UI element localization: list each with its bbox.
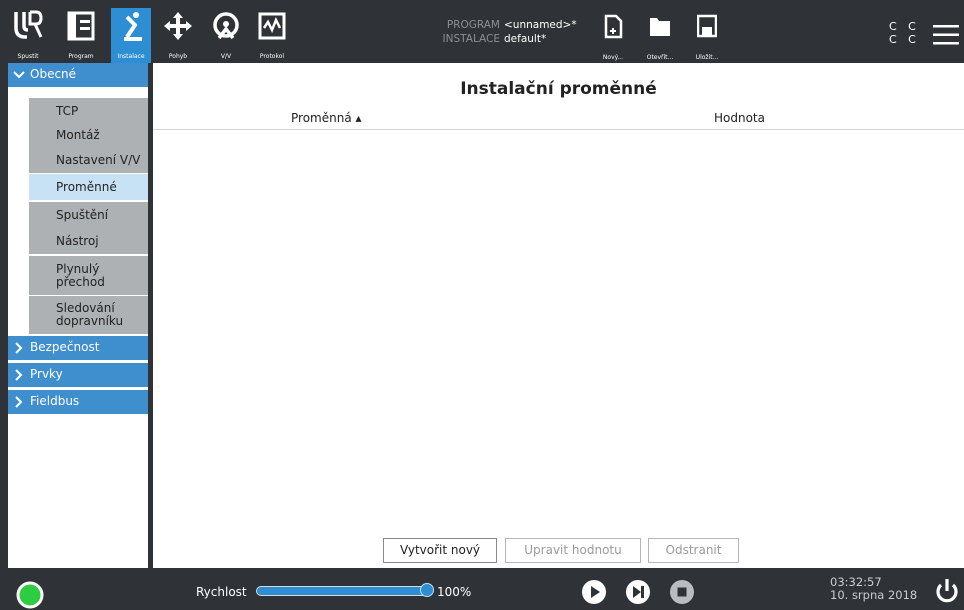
edit-value-button[interactable]: Upravit hodnotu — [505, 538, 641, 563]
nav-log[interactable]: Protokol — [252, 8, 292, 61]
nav-program-label: Program — [68, 53, 94, 60]
sidebar-item-smooth-transition[interactable]: Plynulý přechod — [29, 256, 148, 295]
nav-program[interactable]: Program — [61, 8, 101, 61]
section-features-label: Prvky — [30, 367, 63, 381]
section-fieldbus[interactable]: Fieldbus — [8, 390, 148, 414]
robot-status-icon[interactable] — [15, 580, 45, 610]
chevron-right-icon — [15, 342, 23, 354]
save-file-label: Uložit... — [695, 54, 719, 61]
nav-log-label: Protokol — [259, 53, 285, 60]
installation-name: default* — [504, 33, 547, 45]
section-general[interactable]: Obecné — [8, 63, 148, 87]
column-header-value[interactable]: Hodnota — [714, 111, 765, 125]
installation-key: INSTALACE — [442, 33, 500, 45]
sidebar-item-label: Spuštění — [56, 207, 109, 222]
ur-logo-icon — [14, 10, 43, 39]
speed-value: 100% — [437, 585, 472, 599]
sidebar-item-label: Proměnné — [56, 179, 117, 194]
sidebar-item-startup[interactable]: Spuštění — [29, 202, 148, 228]
open-file-button[interactable]: Otevřít... — [640, 14, 680, 62]
section-fieldbus-label: Fieldbus — [30, 394, 80, 408]
program-icon — [67, 11, 95, 41]
move-icon — [164, 12, 192, 40]
nav-move-label: Pohyb — [168, 53, 188, 60]
cc-bottom: C C — [889, 33, 920, 46]
speed-slider-handle[interactable] — [420, 583, 434, 597]
nav-installation[interactable]: Instalace — [111, 8, 151, 63]
nav-installation-label: Instalace — [117, 53, 145, 60]
section-safety-label: Bezpečnost — [30, 340, 100, 354]
nav-run[interactable]: Spustit — [8, 8, 48, 61]
section-features[interactable]: Prvky — [8, 363, 148, 387]
log-icon — [258, 12, 286, 40]
top-bar: Spustit Program Instalace Pohyb V/V Prot… — [0, 0, 964, 63]
sidebar-item-tool[interactable]: Nástroj — [29, 228, 148, 254]
cc-top: C C — [889, 20, 920, 33]
sidebar: Obecné TCP Montáž Nastavení V/V Proměnné… — [8, 63, 148, 568]
new-file-icon — [604, 14, 623, 39]
program-name: <unnamed>* — [504, 19, 577, 31]
nav-run-label: Spustit — [17, 53, 39, 60]
play-icon[interactable] — [582, 580, 606, 604]
sidebar-item-io-setup[interactable]: Nastavení V/V — [29, 147, 148, 173]
app-window: Spustit Program Instalace Pohyb V/V Prot… — [0, 0, 964, 610]
sidebar-item-conveyor-tracking[interactable]: Sledování dopravníku — [29, 296, 148, 334]
sidebar-item-label: Plynulý přechod — [56, 261, 105, 289]
sidebar-item-label: TCP — [56, 103, 79, 118]
table-header-divider — [153, 129, 964, 130]
new-file-button[interactable]: Nový... — [593, 14, 633, 62]
chevron-right-icon — [15, 396, 23, 408]
main-panel: Instalační proměnné Proměnná ▴ Hodnota V… — [153, 63, 964, 568]
section-safety[interactable]: Bezpečnost — [8, 336, 148, 360]
program-info: PROGRAM <unnamed>* INSTALACE default* — [438, 18, 577, 46]
stop-icon[interactable] — [670, 580, 694, 604]
section-general-label: Obecné — [30, 67, 77, 81]
new-file-label: Nový... — [602, 54, 624, 61]
sidebar-item-label: Nastavení V/V — [56, 152, 141, 167]
column-header-variable[interactable]: Proměnná ▴ — [291, 111, 362, 125]
open-file-label: Otevřít... — [646, 54, 674, 61]
speed-label: Rychlost — [196, 585, 247, 599]
save-file-button[interactable]: Uložit... — [687, 14, 727, 62]
sidebar-item-tcp[interactable]: TCP — [29, 98, 148, 124]
nav-io-label: V/V — [220, 53, 232, 60]
chevron-down-icon — [13, 71, 25, 79]
folder-icon — [650, 18, 670, 36]
program-key: PROGRAM — [446, 19, 500, 31]
save-icon — [697, 14, 717, 38]
step-icon[interactable] — [626, 580, 650, 604]
speed-slider[interactable] — [256, 586, 432, 596]
sidebar-item-label: Sledování dopravníku — [56, 301, 124, 328]
sidebar-item-label: Montáž — [56, 127, 100, 142]
chevron-right-icon — [15, 369, 23, 381]
io-icon — [213, 12, 239, 40]
page-title: Instalační proměnné — [460, 79, 657, 99]
clock-date: 10. srpna 2018 — [830, 588, 918, 602]
power-icon[interactable] — [934, 578, 960, 604]
bottom-bar: Rychlost 100% 03:32:57 10. srpna 2018 — [0, 572, 964, 610]
hamburger-menu-icon[interactable] — [933, 24, 959, 46]
create-new-button[interactable]: Vytvořit nový — [383, 538, 497, 563]
clock: 03:32:57 10. srpna 2018 — [830, 576, 917, 602]
sidebar-item-variables[interactable]: Proměnné — [29, 174, 148, 200]
cc-indicator: C C C C — [889, 20, 920, 46]
installation-icon — [124, 12, 142, 41]
sidebar-item-label: Nástroj — [56, 233, 99, 248]
sidebar-item-mounting[interactable]: Montáž — [29, 122, 148, 148]
nav-move[interactable]: Pohyb — [158, 8, 198, 61]
nav-io[interactable]: V/V — [206, 8, 246, 61]
delete-button[interactable]: Odstranit — [648, 538, 739, 563]
